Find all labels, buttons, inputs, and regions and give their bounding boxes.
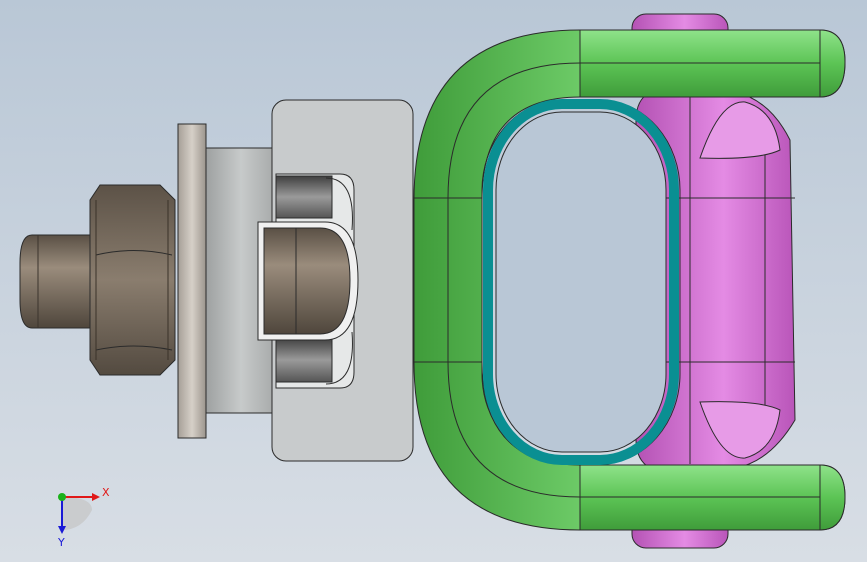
graphics-viewport[interactable]: X Y: [0, 0, 867, 562]
model-scene[interactable]: X Y: [0, 0, 867, 562]
retaining-ring[interactable]: [481, 99, 681, 465]
housing-block[interactable]: [257, 99, 414, 462]
triad-origin: [58, 493, 66, 501]
x-axis-label: X: [102, 486, 110, 499]
hex-nut[interactable]: [89, 184, 176, 376]
y-axis-label: Y: [57, 536, 65, 549]
bolt-body[interactable]: [19, 234, 93, 329]
flat-washer[interactable]: [177, 123, 207, 439]
